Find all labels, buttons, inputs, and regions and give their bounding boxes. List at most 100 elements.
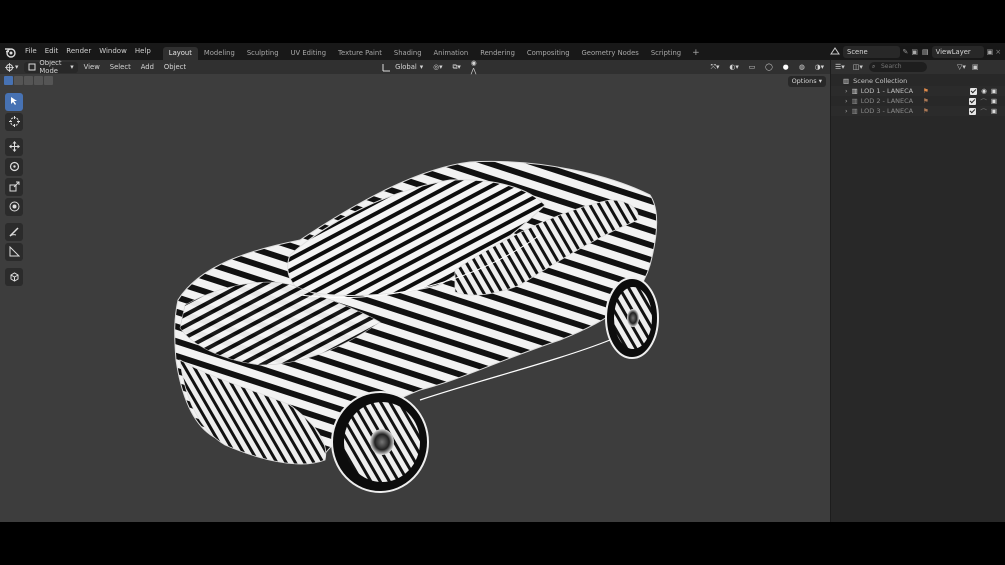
measure-icon (9, 245, 20, 259)
chevron-right-icon[interactable]: › (845, 107, 848, 115)
transform-tool[interactable] (5, 198, 23, 216)
visibility-icon[interactable]: ◐▾ (725, 62, 742, 73)
transform-icon (9, 201, 20, 214)
move-icon (8, 140, 20, 154)
tab-scripting[interactable]: Scripting (645, 47, 687, 60)
solid-shading-icon[interactable]: ● (779, 62, 793, 73)
exclude-checkbox[interactable] (969, 97, 977, 105)
menu-object[interactable]: Object (160, 62, 190, 73)
menu-edit[interactable]: Edit (41, 43, 63, 60)
blender-logo-icon[interactable] (3, 45, 17, 59)
mode-dropdown[interactable]: Object Mode ▾ (24, 60, 78, 75)
xray-icon[interactable]: ▭ (745, 62, 759, 73)
select-intersect-icon[interactable] (44, 76, 53, 85)
material-shading-icon[interactable]: ◍ (795, 62, 809, 73)
select-new-icon[interactable] (4, 76, 13, 85)
rear-wheel (605, 277, 659, 359)
chevron-right-icon[interactable]: › (845, 97, 848, 105)
pivot-icon[interactable]: ◎▾ (429, 62, 446, 73)
object-data-icon: ⚑ (923, 107, 929, 115)
filter-icon[interactable]: ▽▾ (957, 63, 966, 71)
outliner-editor-icon[interactable]: ☰▾ (835, 63, 845, 71)
eye-icon[interactable]: ◉ (981, 87, 987, 95)
tab-rendering[interactable]: Rendering (474, 47, 521, 60)
chevron-right-icon[interactable]: › (845, 87, 848, 95)
menu-select[interactable]: Select (106, 62, 135, 73)
tab-compositing[interactable]: Compositing (521, 47, 576, 60)
tab-texture-paint[interactable]: Texture Paint (332, 47, 388, 60)
car-model[interactable] (0, 60, 830, 522)
editor-type-button[interactable]: ▾ (0, 62, 22, 73)
display-mode-icon[interactable]: ◫▾ (853, 63, 863, 71)
new-view-layer-icon[interactable]: ▣ (987, 48, 994, 56)
collection-icon: ▥ (851, 87, 858, 95)
add-cube-tool[interactable] (5, 268, 23, 286)
list-item[interactable]: › ▥ LOD 3 - LANECA ⚑ ⌒ ▣ (831, 106, 1005, 116)
add-cube-icon (9, 271, 20, 284)
menu-help[interactable]: Help (131, 43, 155, 60)
move-tool[interactable] (5, 138, 23, 156)
pin-icon[interactable]: ✎ (903, 48, 909, 56)
view-layer-name-field[interactable]: ViewLayer (931, 45, 984, 58)
rendered-shading-icon[interactable]: ◑▾ (811, 62, 828, 73)
orientation-dropdown[interactable]: Global ▾ (377, 62, 427, 73)
select-invert-icon[interactable] (34, 76, 43, 85)
collection-icon: ▥ (851, 97, 858, 105)
add-workspace-button[interactable]: + (687, 47, 705, 60)
exclude-checkbox[interactable] (970, 87, 978, 95)
annotate-tool[interactable] (5, 223, 23, 241)
tab-sculpting[interactable]: Sculpting (241, 47, 285, 60)
gizmo-icon[interactable]: ⤧▾ (707, 62, 724, 73)
tab-modeling[interactable]: Modeling (198, 47, 241, 60)
menu-file[interactable]: File (21, 43, 41, 60)
scale-tool[interactable] (5, 178, 23, 196)
select-extend-icon[interactable] (14, 76, 23, 85)
remove-view-layer-icon[interactable]: × (995, 48, 1001, 56)
viewport-header: ▾ Object Mode ▾ View Select Add Object Gl… (0, 60, 830, 75)
new-collection-icon[interactable]: ▣ (972, 63, 979, 71)
cursor-icon (8, 115, 20, 129)
rotate-tool[interactable] (5, 158, 23, 176)
view-layer-selector[interactable]: ▤ ViewLayer ▣ × (922, 45, 1004, 58)
exclude-checkbox[interactable] (969, 107, 977, 115)
tab-shading[interactable]: Shading (388, 47, 428, 60)
menu-view[interactable]: View (80, 62, 104, 73)
eye-closed-icon[interactable]: ⌒ (980, 106, 987, 116)
camera-icon[interactable]: ▣ (991, 107, 997, 115)
search-icon: ⌕ (871, 63, 876, 70)
cursor-tool[interactable] (5, 113, 23, 131)
list-item[interactable]: › ▥ LOD 2 - LANECA ⚑ ⌒ ▣ (831, 96, 1005, 106)
selection-mode-row (4, 76, 53, 85)
wireframe-shading-icon[interactable]: ◯ (761, 62, 777, 73)
menu-add[interactable]: Add (137, 62, 158, 73)
select-box-tool[interactable] (5, 93, 23, 111)
object-mode-icon (28, 62, 36, 73)
new-scene-icon[interactable]: ▣ (911, 48, 918, 56)
camera-icon[interactable]: ▣ (991, 87, 997, 95)
view-layer-icon: ▤ (922, 47, 929, 56)
proportional-edit-icon[interactable]: ◉ ⋀ (467, 60, 485, 75)
camera-icon[interactable]: ▣ (991, 97, 997, 105)
options-button[interactable]: Options ▾ (787, 76, 826, 87)
list-item[interactable]: › ▥ LOD 1 - LANECA ⚑ ◉ ▣ (831, 86, 1005, 96)
outliner-header: ☰▾ ◫▾ ⌕ Search ▽▾ ▣ (831, 60, 1005, 74)
select-subtract-icon[interactable] (24, 76, 33, 85)
menu-render[interactable]: Render (62, 43, 95, 60)
object-data-icon: ⚑ (923, 97, 929, 105)
scene-selector[interactable]: Scene ✎ ▣ (830, 45, 918, 58)
tab-uv-editing[interactable]: UV Editing (285, 47, 332, 60)
menu-window[interactable]: Window (95, 43, 131, 60)
scale-icon (9, 181, 20, 194)
eye-closed-icon[interactable]: ⌒ (980, 96, 987, 106)
3d-viewport[interactable]: ▾ Object Mode ▾ View Select Add Object Gl… (0, 60, 830, 522)
tab-layout[interactable]: Layout (162, 47, 198, 60)
snap-icon[interactable]: ⧉▾ (449, 62, 465, 73)
scene-icon (830, 46, 840, 58)
tab-geometry-nodes[interactable]: Geometry Nodes (576, 47, 645, 60)
scene-name-field[interactable]: Scene (843, 45, 900, 58)
outliner-search-input[interactable]: ⌕ Search (868, 62, 927, 72)
scene-collection-row[interactable]: ▥ Scene Collection (831, 76, 1005, 86)
front-wheel (331, 391, 429, 493)
measure-tool[interactable] (5, 243, 23, 261)
tab-animation[interactable]: Animation (428, 47, 475, 60)
